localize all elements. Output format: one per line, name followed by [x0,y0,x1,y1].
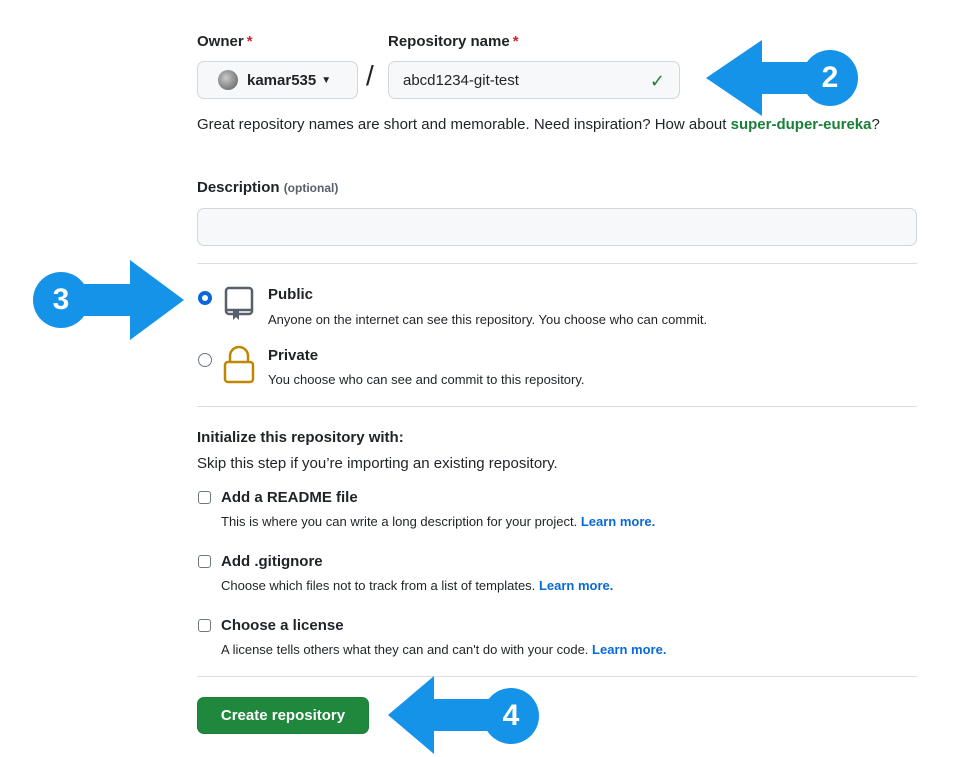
license-title: Choose a license [221,617,344,634]
arrow-right-icon [80,260,184,340]
init-subheading: Skip this step if you’re importing an ex… [197,455,558,472]
owner-dropdown[interactable]: kamar535 ▼ [197,61,358,99]
readme-desc: This is where you can write a long descr… [221,514,656,529]
repo-icon [224,286,254,320]
lock-icon [223,345,255,384]
step-4-badge: 4 [483,688,539,744]
repo-name-label: Repository name * [388,33,519,50]
name-suggestion-link[interactable]: super-duper-eureka [731,116,872,133]
private-subtitle: You choose who can see and commit to thi… [268,372,585,387]
caret-down-icon: ▼ [321,74,332,86]
gitignore-learn-more-link[interactable]: Learn more. [539,578,613,593]
public-title: Public [268,286,314,303]
create-repository-button[interactable]: Create repository [197,697,369,734]
private-radio[interactable] [198,353,212,367]
owner-label: Owner * [197,33,253,50]
readme-learn-more-link[interactable]: Learn more. [581,514,655,529]
readme-title: Add a README file [221,489,358,506]
public-subtitle: Anyone on the internet can see this repo… [268,312,708,327]
gitignore-title: Add .gitignore [221,553,323,570]
gitignore-desc: Choose which files not to track from a l… [221,578,614,593]
divider [197,406,917,407]
description-label: Description (optional) [197,179,339,196]
license-checkbox[interactable] [198,619,211,632]
description-input[interactable] [197,208,917,246]
private-title: Private [268,347,319,364]
owner-name: kamar535 [247,71,317,89]
public-radio[interactable] [198,291,212,305]
owner-repo-separator: / [366,60,374,91]
check-icon: ✓ [649,71,665,91]
arrow-left-icon [706,40,816,116]
init-heading: Initialize this repository with: [197,429,404,446]
license-learn-more-link[interactable]: Learn more. [592,642,666,657]
license-desc: A license tells others what they can and… [221,642,667,657]
divider [197,263,917,264]
readme-checkbox[interactable] [198,491,211,504]
repo-name-value: abcd1234-git-test [403,71,519,89]
repo-name-input[interactable]: abcd1234-git-test ✓ [388,61,680,99]
divider [197,676,917,677]
repo-name-hint: Great repository names are short and mem… [197,116,880,133]
step-2-badge: 2 [802,50,858,106]
gitignore-checkbox[interactable] [198,555,211,568]
avatar [218,70,238,90]
